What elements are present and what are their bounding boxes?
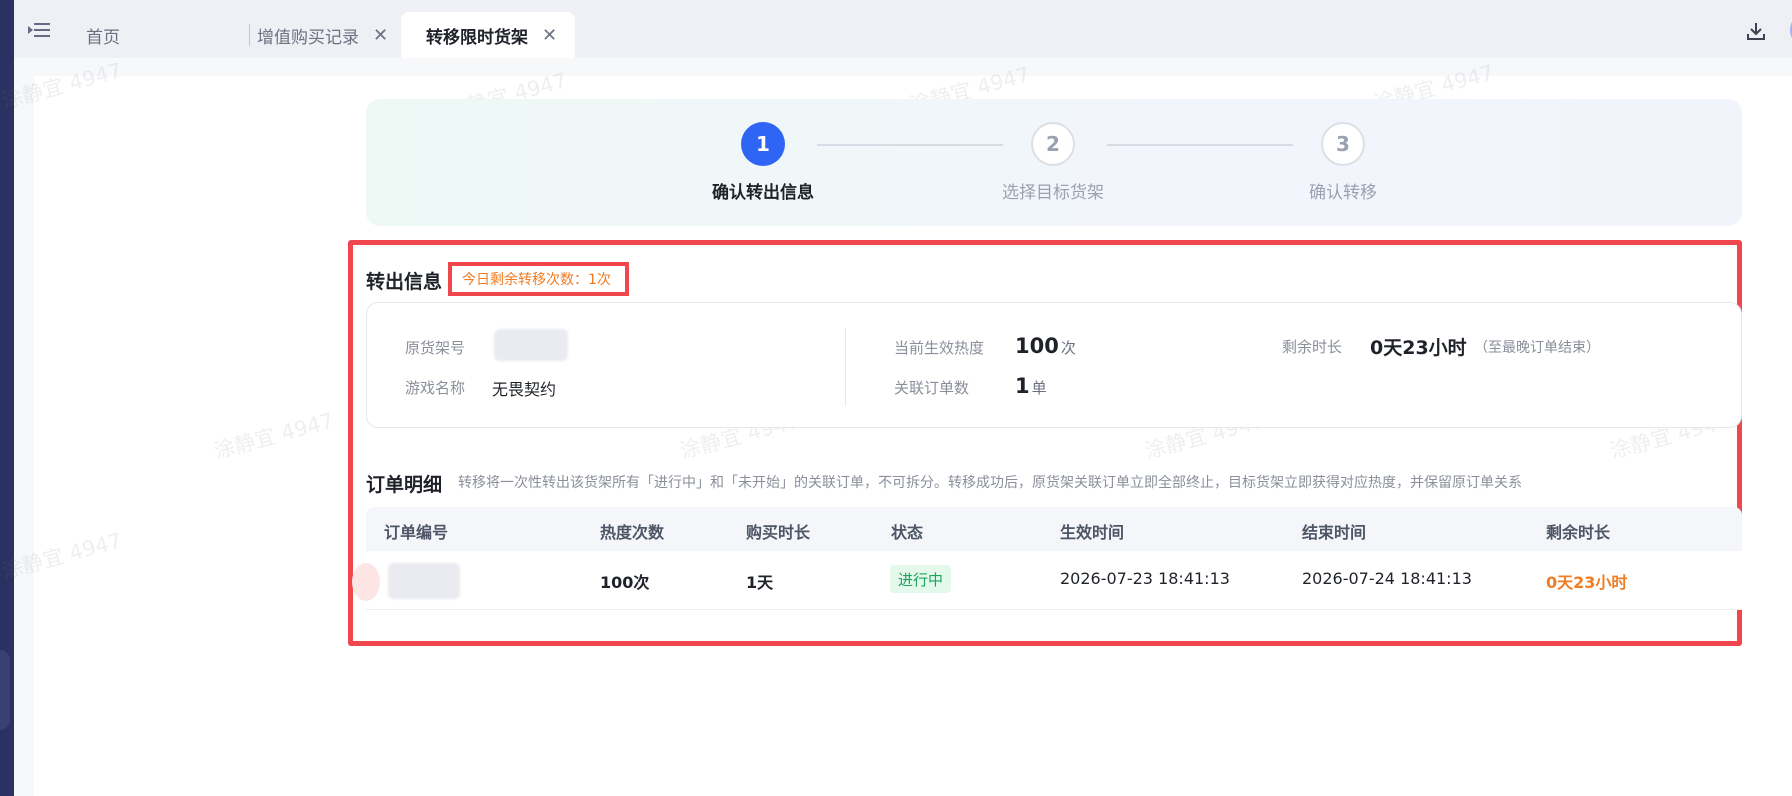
col-status: 状态 <box>891 523 924 542</box>
watermark: 涂静宜 4947 <box>211 408 337 464</box>
step-label: 确认转出信息 <box>712 183 814 203</box>
step-confirm-transfer: 3 确认转移 <box>1263 122 1423 203</box>
left-gutter <box>14 0 34 796</box>
orig-shelf-value-redacted <box>494 329 568 361</box>
step-number: 3 <box>1321 122 1365 166</box>
row-marker <box>352 563 380 601</box>
status-badge: 进行中 <box>890 565 952 593</box>
tab-home[interactable]: 首页 <box>86 12 120 58</box>
tab-divider <box>249 24 250 46</box>
game-value: 无畏契约 <box>492 380 557 399</box>
orders-label: 关联订单数 <box>894 379 970 397</box>
col-duration: 购买时长 <box>746 523 811 542</box>
steps-card: 1 确认转出信息 2 选择目标货架 3 确认转移 <box>366 99 1742 226</box>
table-row[interactable]: 100次 1天 进行中 2026-07-23 18:41:13 2026-07-… <box>352 551 1742 610</box>
tab-label: 增值购买记录 <box>257 27 359 48</box>
heat-label: 当前生效热度 <box>894 339 985 357</box>
cell-start-time: 2026-07-23 18:41:13 <box>1060 569 1230 588</box>
col-end-time: 结束时间 <box>1302 523 1367 542</box>
orders-value: 1单 <box>1015 374 1047 398</box>
step-confirm-out: 1 确认转出信息 <box>683 122 843 203</box>
info-divider <box>845 328 846 406</box>
col-heat: 热度次数 <box>600 523 665 542</box>
col-remaining: 剩余时长 <box>1546 523 1611 542</box>
section-title-transfer: 转出信息 <box>366 271 443 293</box>
order-id-redacted <box>388 563 460 599</box>
remain-hint: （至最晚订单结束） <box>1474 340 1600 356</box>
cell-heat: 100次 <box>600 573 650 592</box>
game-label: 游戏名称 <box>405 379 466 397</box>
tab-label: 首页 <box>86 27 120 48</box>
remain-label: 剩余时长 <box>1282 338 1343 356</box>
left-sidebar-rail <box>0 0 14 796</box>
col-start-time: 生效时间 <box>1060 523 1125 542</box>
download-icon[interactable] <box>1745 20 1767 42</box>
section-title-orders: 订单明细 <box>366 474 443 496</box>
col-order-id: 订单编号 <box>384 523 449 542</box>
cell-remaining: 0天23小时 <box>1546 573 1628 592</box>
remain-value: 0天23小时 <box>1370 337 1467 359</box>
tab-bar: 首页 增值购买记录 ✕ 转移限时货架 ✕ <box>14 0 1792 58</box>
cell-duration: 1天 <box>746 573 774 592</box>
heat-value: 100 次 <box>1015 334 1076 358</box>
order-detail-description: 转移将一次性转出该货架所有「进行中」和「未开始」的关联订单，不可拆分。转移成功后… <box>458 475 1522 491</box>
menu-toggle-icon[interactable] <box>28 22 50 38</box>
transfer-info-card <box>366 302 1742 428</box>
tab-transfer-shelf[interactable]: 转移限时货架 ✕ <box>401 12 576 58</box>
step-number: 1 <box>741 122 785 166</box>
content-top-band <box>34 58 1792 76</box>
close-icon[interactable]: ✕ <box>542 25 557 46</box>
step-label: 确认转移 <box>1309 183 1377 203</box>
step-label: 选择目标货架 <box>1002 183 1104 203</box>
cell-end-time: 2026-07-24 18:41:13 <box>1302 569 1472 588</box>
remain-count-badge: 今日剩余转移次数：1次 <box>448 262 629 296</box>
tab-purchase-records[interactable]: 增值购买记录 ✕ <box>257 12 388 58</box>
orig-shelf-label: 原货架号 <box>405 339 466 357</box>
close-icon[interactable]: ✕ <box>373 25 388 46</box>
tab-label: 转移限时货架 <box>426 27 528 48</box>
step-number: 2 <box>1031 122 1075 166</box>
sidebar-collapse-handle[interactable] <box>0 650 10 730</box>
order-table-header: 订单编号 热度次数 购买时长 状态 生效时间 结束时间 剩余时长 <box>366 507 1742 551</box>
step-select-target: 2 选择目标货架 <box>973 122 1133 203</box>
